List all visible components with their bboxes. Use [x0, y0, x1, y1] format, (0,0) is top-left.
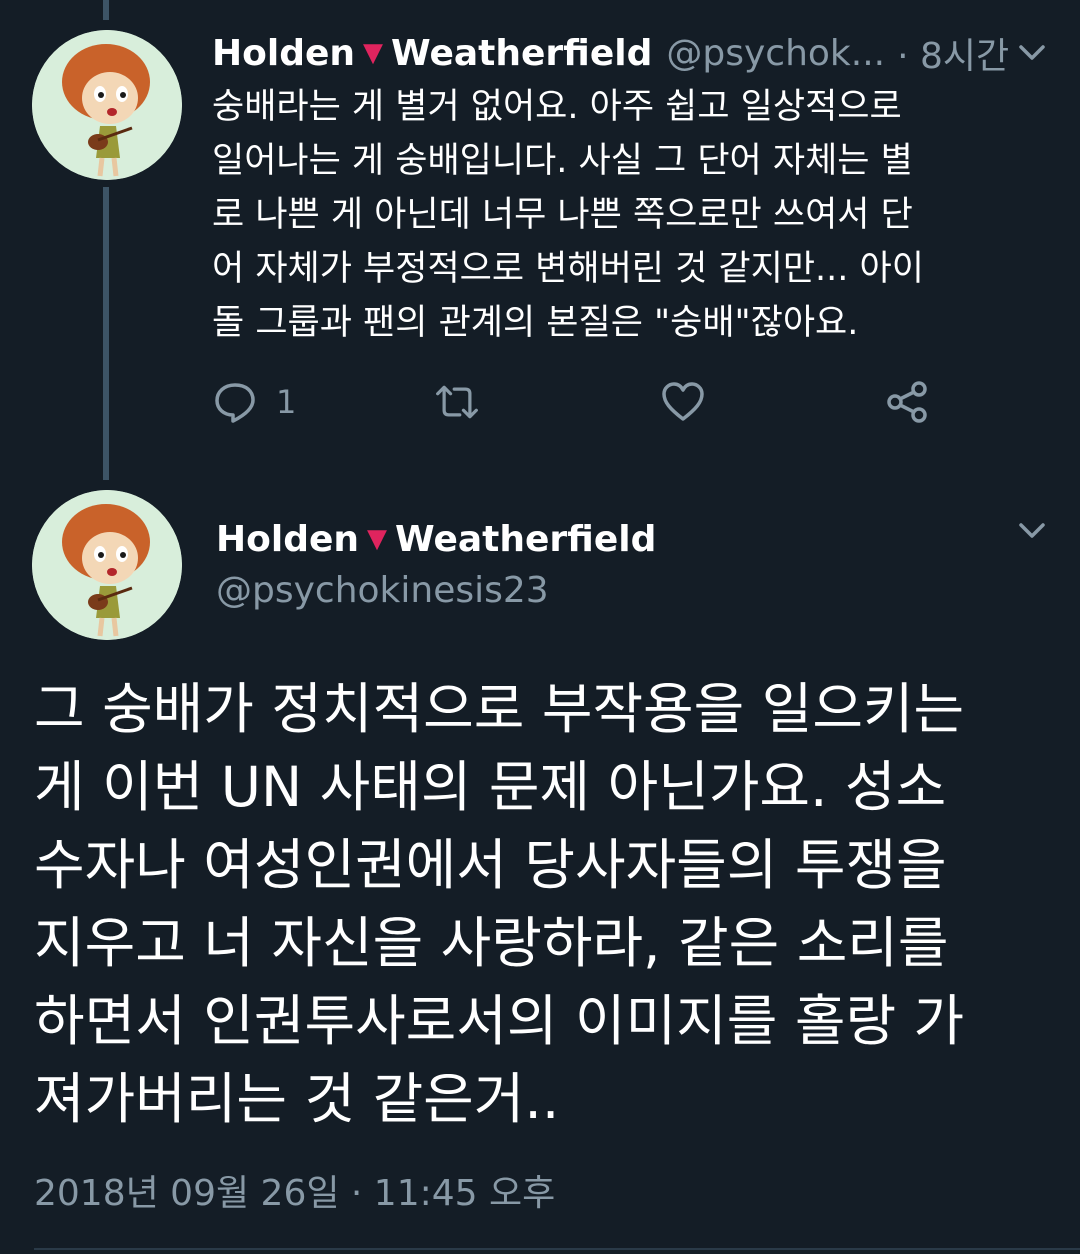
like-button[interactable] [660, 378, 706, 426]
focused-tweet-text: 그 숭배가 정치적으로 부작용을 일으키는 게 이번 UN 사태의 문제 아닌가… [34, 677, 965, 1131]
avatar-illustration [32, 490, 182, 640]
author-name-first[interactable]: Holden [212, 33, 355, 74]
tweet-time: · 8시간 [897, 36, 1010, 77]
tweet-actions: 1 [212, 378, 962, 426]
share-button[interactable] [884, 378, 930, 426]
name-heart-glyph: ▼ [363, 38, 384, 68]
tweet-text: 숭배라는 게 별거 없어요. 아주 쉽고 일상적으로 일어나는 게 숭배입니다.… [212, 87, 924, 343]
chevron-down-icon[interactable] [1015, 513, 1049, 547]
reply-count: 1 [276, 383, 297, 421]
like-icon [662, 382, 704, 421]
focused-tweet-author[interactable]: Holden ▼ Weatherfield [216, 514, 656, 564]
reply-button[interactable]: 1 [212, 378, 296, 426]
chevron-down-icon[interactable] [1015, 35, 1049, 69]
avatar[interactable] [32, 490, 182, 640]
retweet-icon [436, 385, 478, 419]
share-icon [887, 381, 927, 423]
reply-icon [215, 383, 255, 423]
divider [34, 1248, 1080, 1250]
tweet-header: Holden ▼ Weatherfield @psychok... · 8시간 [212, 28, 1072, 78]
retweet-button[interactable] [434, 378, 480, 426]
author-name-first: Holden [216, 518, 360, 560]
avatar-illustration [32, 30, 182, 180]
thread-line [103, 187, 109, 480]
avatar[interactable] [32, 30, 182, 180]
author-handle[interactable]: @psychokinesis23 [216, 570, 549, 611]
tweet-timestamp: 2018년 09월 26일 · 11:45 오후 [34, 1173, 556, 1214]
author-name-last[interactable]: Weatherfield [391, 33, 652, 74]
thread-line-top [103, 0, 109, 20]
name-heart-glyph: ▼ [367, 524, 388, 554]
author-handle[interactable]: @psychok... [666, 33, 885, 74]
author-name-last: Weatherfield [395, 518, 657, 560]
